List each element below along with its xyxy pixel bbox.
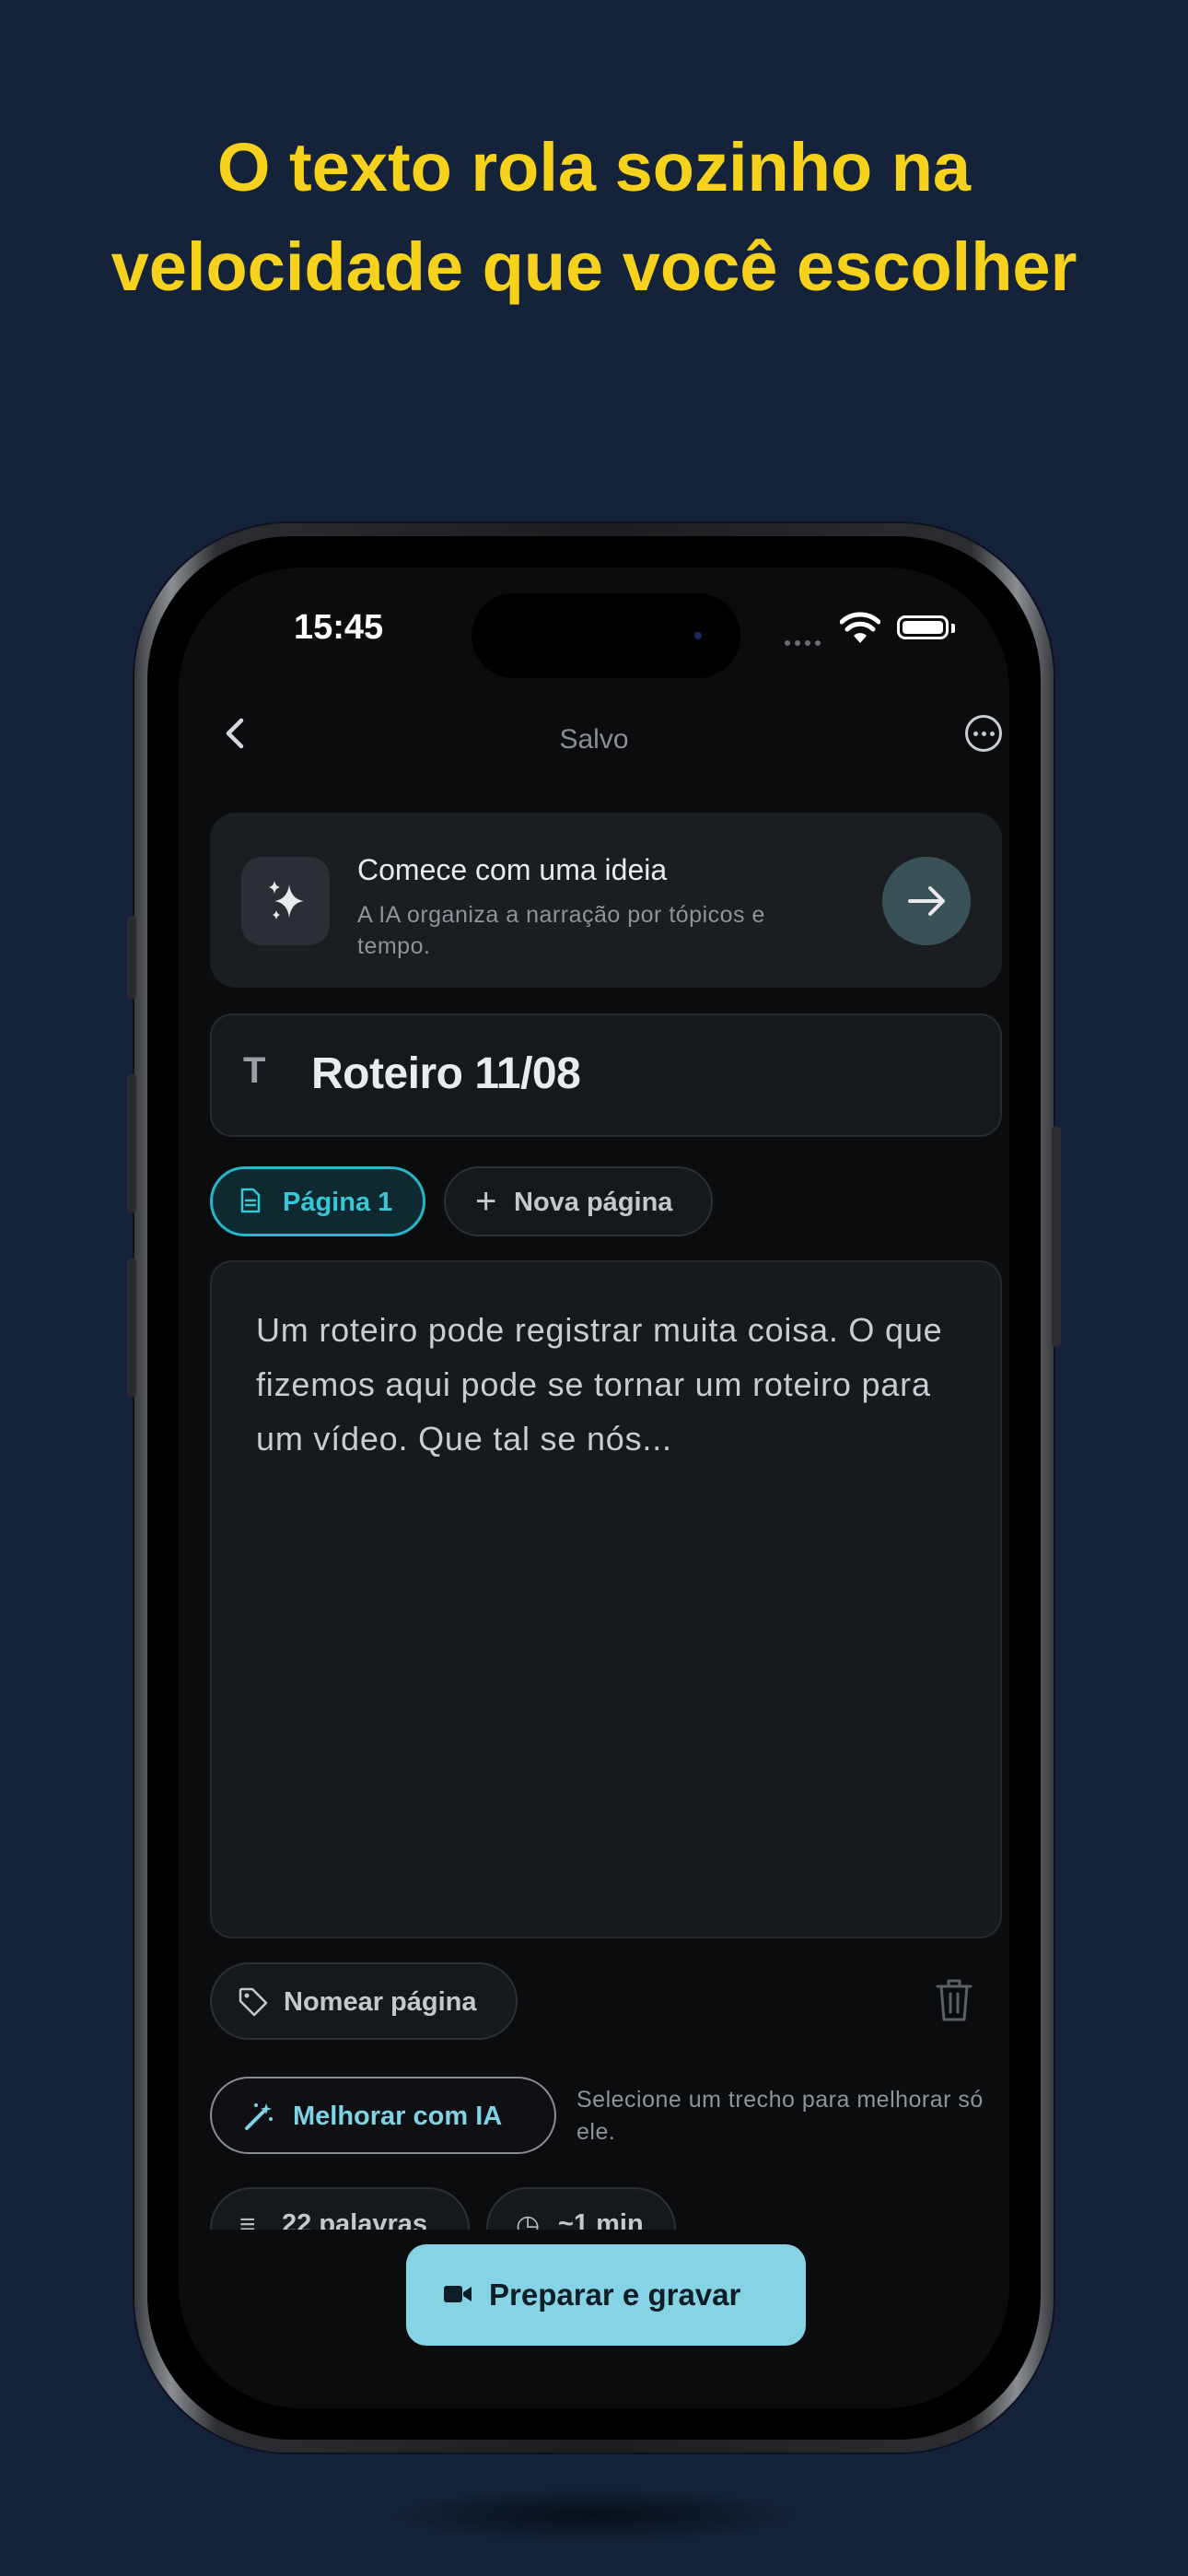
duration: ~1 min xyxy=(558,2209,644,2230)
word-count: 22 palavras xyxy=(282,2209,428,2230)
new-page-label: Nova página xyxy=(514,1188,673,1217)
sparkle-icon xyxy=(269,881,304,919)
stats-row: ≡ 22 palavras ◷ ~1 min xyxy=(179,2187,1009,2230)
text-format-icon: T xyxy=(243,1050,266,1091)
idea-card-title: Comece com uma ideia xyxy=(357,853,668,886)
more-icon[interactable] xyxy=(965,715,1002,752)
name-page-label: Nomear página xyxy=(284,1987,477,2017)
new-page-button[interactable]: + Nova página xyxy=(444,1166,713,1236)
improve-with-ai-label: Melhorar com IA xyxy=(293,2102,503,2131)
script-title-value: Roteiro 11/08 xyxy=(311,1049,581,1098)
signal-icon xyxy=(785,634,825,650)
script-editor-text: Um roteiro pode registrar muita coisa. O… xyxy=(256,1311,943,1458)
save-status: Salvo xyxy=(559,724,629,755)
improve-hint: Selecione um trecho para melhorar só ele… xyxy=(577,2087,984,2145)
name-page-button[interactable]: Nomear página xyxy=(210,1962,518,2040)
tag-icon xyxy=(239,1987,268,2017)
script-editor[interactable]: Um roteiro pode registrar muita coisa. O… xyxy=(210,1260,1002,1938)
battery-icon xyxy=(897,615,949,639)
phone-shadow xyxy=(387,2488,801,2543)
prepare-and-record-label: Preparar e gravar xyxy=(489,2277,741,2312)
document-icon xyxy=(240,1188,261,1213)
tab-page-1[interactable]: Página 1 xyxy=(210,1166,425,1236)
improve-with-ai-button[interactable]: Melhorar com IA xyxy=(210,2077,556,2154)
video-camera-icon xyxy=(444,2286,472,2302)
magic-wand-icon xyxy=(245,2103,273,2130)
tab-page-1-label: Página 1 xyxy=(283,1188,393,1217)
phone-frame: 15:45 Salvo Comece com uma ideia A IA or… xyxy=(127,523,1061,2453)
wifi-icon xyxy=(840,612,880,643)
sparkle-icon-tile xyxy=(241,857,330,945)
clock-icon: ◷ xyxy=(516,2210,541,2230)
action-button xyxy=(127,916,136,999)
status-time: 15:45 xyxy=(294,608,384,647)
plus-icon: + xyxy=(475,1181,497,1222)
lines-icon: ≡ xyxy=(239,2209,256,2230)
power-button xyxy=(1052,1126,1061,1347)
phone-screen: 15:45 Salvo Comece com uma ideia A IA or… xyxy=(179,568,1009,2408)
prepare-and-record-button[interactable]: Preparar e gravar xyxy=(406,2244,806,2346)
app-store-screenshot: O texto rola sozinho na velocidade que v… xyxy=(0,0,1188,2576)
volume-down-button xyxy=(127,1259,136,1397)
battery-cap xyxy=(951,624,955,633)
camera-dot xyxy=(694,632,702,639)
arrow-right-icon xyxy=(908,886,945,916)
word-count-chip: ≡ 22 palavras xyxy=(210,2187,470,2230)
duration-chip: ◷ ~1 min xyxy=(486,2187,676,2230)
idea-card[interactable]: Comece com uma ideia A IA organiza a nar… xyxy=(210,813,1002,988)
script-title-field[interactable]: T Roteiro 11/08 xyxy=(210,1013,1002,1137)
idea-card-subtitle: A IA organiza a narração por tópicos e t… xyxy=(357,902,765,959)
headline: O texto rola sozinho na velocidade que v… xyxy=(111,129,1077,305)
volume-up-button xyxy=(127,1074,136,1212)
phone-bezel: 15:45 Salvo Comece com uma ideia A IA or… xyxy=(147,536,1041,2440)
idea-start-button[interactable] xyxy=(882,857,971,945)
trash-icon[interactable] xyxy=(936,1977,973,2023)
